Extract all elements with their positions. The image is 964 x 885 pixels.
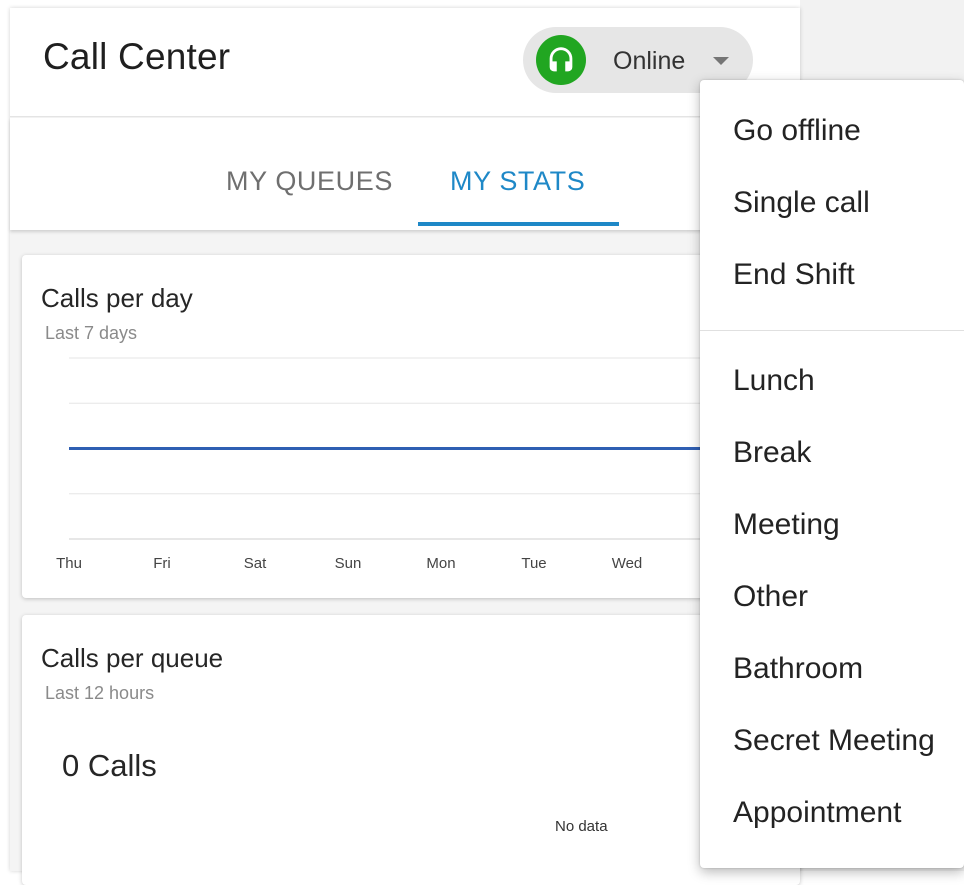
status-avatar bbox=[536, 35, 586, 85]
calls-per-day-card: Calls per day Last 7 days Thu Fri Sat Sun Mo… bbox=[22, 255, 800, 598]
card-subtitle: Last 12 hours bbox=[45, 683, 155, 703]
tab-my-stats[interactable]: MY STATS bbox=[450, 166, 585, 197]
menu-item-secret-meeting[interactable]: Secret Meeting bbox=[733, 724, 935, 758]
menu-item-bathroom[interactable]: Bathroom bbox=[733, 652, 863, 686]
calls-per-queue-card: Calls per queue Last 12 hours 0 Calls No… bbox=[22, 615, 800, 885]
calls-per-day-chart: Thu Fri Sat Sun Mon Tue Wed bbox=[56, 357, 800, 572]
x-tick-label: Fri bbox=[153, 555, 171, 572]
x-tick-label: Wed bbox=[612, 555, 643, 572]
menu-item-appointment[interactable]: Appointment bbox=[733, 796, 901, 830]
tab-bar: MY QUEUES MY STATS bbox=[10, 118, 800, 230]
call-center-panel: Call Center Online MY QUEUES MY STATS Ca… bbox=[10, 8, 800, 885]
status-menu: Go offline Single call End Shift Lunch B… bbox=[700, 80, 964, 868]
no-data-label: No data bbox=[555, 818, 608, 835]
chevron-down-icon[interactable] bbox=[713, 57, 729, 65]
menu-item-meeting[interactable]: Meeting bbox=[733, 508, 840, 542]
status-label: Online bbox=[613, 47, 686, 75]
headset-icon bbox=[549, 47, 573, 72]
active-tab-indicator bbox=[418, 222, 619, 226]
x-tick-label: Tue bbox=[521, 555, 546, 572]
x-tick-label: Mon bbox=[426, 555, 455, 572]
menu-item-go-offline[interactable]: Go offline bbox=[733, 114, 861, 148]
x-tick-label: Sat bbox=[244, 555, 267, 572]
card-title: Calls per queue bbox=[41, 643, 224, 673]
calls-count: 0 Calls bbox=[62, 748, 157, 783]
tab-my-queues[interactable]: MY QUEUES bbox=[226, 166, 393, 197]
menu-item-other[interactable]: Other bbox=[733, 580, 808, 614]
x-tick-label: Thu bbox=[56, 555, 82, 572]
menu-divider bbox=[700, 330, 964, 331]
menu-item-single-call[interactable]: Single call bbox=[733, 186, 870, 220]
menu-item-lunch[interactable]: Lunch bbox=[733, 364, 815, 398]
x-tick-label: Sun bbox=[335, 555, 362, 572]
app-title: Call Center bbox=[43, 36, 231, 77]
menu-item-break[interactable]: Break bbox=[733, 436, 811, 470]
app-header: Call Center Online bbox=[10, 8, 800, 117]
menu-item-end-shift[interactable]: End Shift bbox=[733, 258, 855, 292]
